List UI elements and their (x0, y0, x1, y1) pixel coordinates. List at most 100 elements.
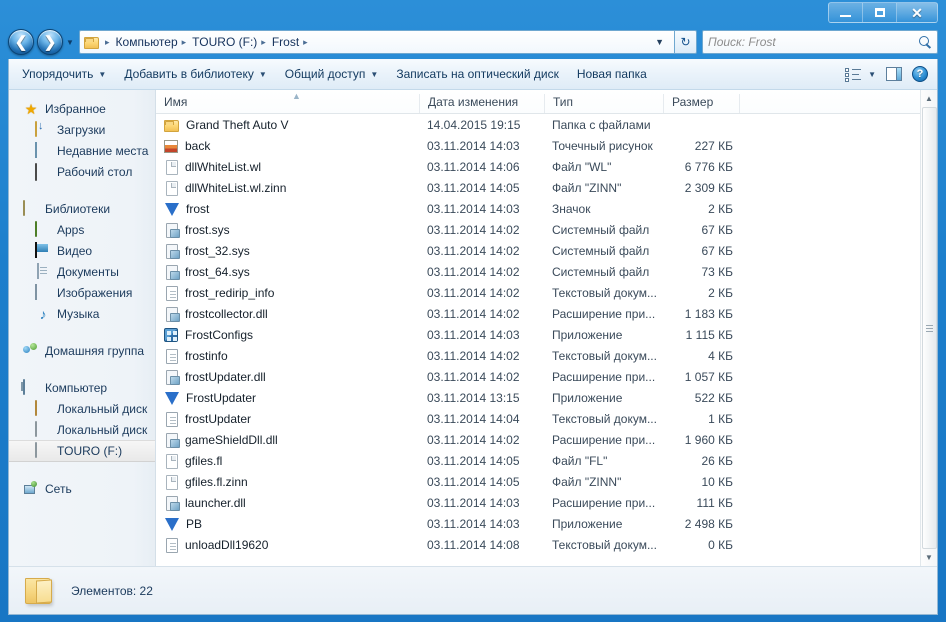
scroll-up-button[interactable]: ▲ (921, 90, 938, 107)
table-row[interactable]: gameShieldDll.dll 03.11.2014 14:02 Расши… (156, 429, 920, 450)
column-header-type[interactable]: Тип (544, 94, 663, 113)
file-size: 0 КБ (708, 537, 733, 552)
column-header-size[interactable]: Размер (663, 94, 739, 113)
breadcrumb: ▸ Компьютер ▸ TOURO (F:) ▸ Frost ▸ (103, 35, 649, 49)
history-dropdown-button[interactable]: ▼ (63, 38, 77, 47)
table-row[interactable]: gfiles.fl 03.11.2014 14:05 Файл "FL" 26 … (156, 450, 920, 471)
file-date: 03.11.2014 14:03 (427, 495, 520, 510)
nav-separator (9, 326, 155, 340)
table-row[interactable]: PB 03.11.2014 14:03 Приложение 2 498 КБ (156, 513, 920, 534)
file-name: frostUpdater (185, 411, 252, 426)
sidebar-item-apps[interactable]: Apps (9, 219, 155, 240)
table-row[interactable]: frostinfo 03.11.2014 14:02 Текстовый док… (156, 345, 920, 366)
burn-to-disc-button[interactable]: Записать на оптический диск (387, 62, 568, 86)
table-row[interactable]: frost_64.sys 03.11.2014 14:02 Системный … (156, 261, 920, 282)
sidebar-item-favorites[interactable]: ★ Избранное (9, 98, 155, 119)
table-row[interactable]: frost_redirip_info 03.11.2014 14:02 Текс… (156, 282, 920, 303)
file-size: 1 183 КБ (684, 306, 733, 321)
sidebar-item-label: Локальный диск (57, 422, 148, 437)
back-button[interactable]: ❮ (8, 29, 34, 55)
table-row[interactable]: FrostUpdater 03.11.2014 13:15 Приложение… (156, 387, 920, 408)
breadcrumb-item-2[interactable]: Frost (270, 35, 301, 49)
preview-pane-button[interactable] (881, 67, 907, 81)
file-date: 03.11.2014 14:02 (427, 369, 520, 384)
scrollbar-thumb[interactable] (921, 107, 937, 549)
table-row[interactable]: frost 03.11.2014 14:03 Значок 2 КБ (156, 198, 920, 219)
table-row[interactable]: launcher.dll 03.11.2014 14:03 Расширение… (156, 492, 920, 513)
column-header-date[interactable]: Дата изменения (419, 94, 544, 113)
file-type: Системный файл (552, 222, 650, 237)
local-disk-icon (35, 399, 37, 416)
computer-icon (23, 378, 25, 395)
sidebar-item-pictures[interactable]: Изображения (9, 282, 155, 303)
sidebar-item-label: Рабочий стол (57, 164, 133, 179)
sidebar-item-homegroup[interactable]: Домашняя группа (9, 340, 155, 361)
sidebar-item-music[interactable]: ♪ Музыка (9, 303, 155, 324)
column-header-name[interactable]: Имя (156, 94, 419, 113)
file-date: 03.11.2014 14:05 (427, 453, 520, 468)
share-button[interactable]: Общий доступ ▼ (276, 62, 388, 86)
scroll-down-button[interactable]: ▼ (921, 549, 938, 566)
breadcrumb-item-0[interactable]: Компьютер (114, 35, 180, 49)
file-size: 2 КБ (708, 201, 733, 216)
sidebar-item-downloads[interactable]: Загрузки (9, 119, 155, 140)
sidebar-item-computer[interactable]: Компьютер (9, 377, 155, 398)
sidebar-item-recent-places[interactable]: Недавние места (9, 140, 155, 161)
refresh-button[interactable]: ↻ (675, 30, 697, 54)
breadcrumb-bar[interactable]: ▸ Компьютер ▸ TOURO (F:) ▸ Frost ▸ ▼ (79, 30, 675, 54)
minimize-button[interactable] (829, 3, 863, 22)
table-row[interactable]: frost.sys 03.11.2014 14:02 Системный фай… (156, 219, 920, 240)
table-row[interactable]: frostUpdater 03.11.2014 14:04 Текстовый … (156, 408, 920, 429)
file-name: back (185, 138, 211, 153)
sidebar-item-local-disk-c[interactable]: Локальный диск (9, 398, 155, 419)
sidebar-item-video[interactable]: Видео (9, 240, 155, 261)
close-button[interactable]: ✕ (897, 3, 937, 22)
vertical-scrollbar[interactable]: ▲ ▼ (920, 90, 937, 566)
table-row[interactable]: frostcollector.dll 03.11.2014 14:02 Расш… (156, 303, 920, 324)
file-date: 03.11.2014 14:03 (427, 327, 520, 342)
search-input[interactable] (708, 35, 919, 49)
column-header-blank[interactable] (739, 94, 920, 113)
view-dropdown-button[interactable]: ▼ (866, 70, 881, 79)
sidebar-item-local-disk-d[interactable]: Локальный диск (9, 419, 155, 440)
file-type: Расширение при... (552, 369, 656, 384)
nav-group-computer: Компьютер Локальный диск Локальный диск … (9, 377, 155, 462)
search-box[interactable] (702, 30, 938, 54)
breadcrumb-item-1[interactable]: TOURO (F:) (190, 35, 259, 49)
file-size: 4 КБ (708, 348, 733, 363)
add-to-library-label: Добавить в библиотеку (124, 67, 254, 81)
search-icon (919, 35, 932, 49)
window-controls: ✕ (828, 2, 938, 23)
table-row[interactable]: frost_32.sys 03.11.2014 14:02 Системный … (156, 240, 920, 261)
table-row[interactable]: dllWhiteList.wl.zinn 03.11.2014 14:05 Фа… (156, 177, 920, 198)
change-view-button[interactable] (840, 67, 866, 82)
system-file-icon (166, 243, 180, 259)
table-row[interactable]: Grand Theft Auto V 14.04.2015 19:15 Папк… (156, 114, 920, 135)
sidebar-item-libraries[interactable]: Библиотеки (9, 198, 155, 219)
table-row[interactable]: back 03.11.2014 14:03 Точечный рисунок 2… (156, 135, 920, 156)
table-row[interactable]: frostUpdater.dll 03.11.2014 14:02 Расшир… (156, 366, 920, 387)
navigation-pane[interactable]: ★ Избранное Загрузки Недавние места Рабо… (9, 90, 156, 566)
new-folder-button[interactable]: Новая папка (568, 62, 656, 86)
file-date: 03.11.2014 14:05 (427, 474, 520, 489)
table-row[interactable]: gfiles.fl.zinn 03.11.2014 14:05 Файл "ZI… (156, 471, 920, 492)
table-row[interactable]: FrostConfigs 03.11.2014 14:03 Приложение… (156, 324, 920, 345)
organize-button[interactable]: Упорядочить ▼ (13, 62, 115, 86)
breadcrumb-separator: ▸ (181, 36, 187, 47)
organize-label: Упорядочить (22, 67, 94, 81)
add-to-library-button[interactable]: Добавить в библиотеку ▼ (115, 62, 275, 86)
file-date: 03.11.2014 14:03 (427, 138, 520, 153)
apps-library-icon (35, 220, 37, 237)
table-row[interactable]: unloadDll19620 03.11.2014 14:08 Текстовы… (156, 534, 920, 555)
sidebar-item-desktop[interactable]: Рабочий стол (9, 161, 155, 182)
help-button[interactable]: ? (907, 66, 933, 82)
file-date: 03.11.2014 14:02 (427, 222, 520, 237)
sidebar-item-network[interactable]: Сеть (9, 478, 155, 499)
address-dropdown-icon[interactable]: ▼ (649, 37, 670, 47)
sidebar-item-documents[interactable]: Документы (9, 261, 155, 282)
forward-button[interactable]: ❯ (37, 29, 63, 55)
sidebar-item-touro-f[interactable]: TOURO (F:) (9, 440, 155, 462)
maximize-button[interactable] (863, 3, 897, 22)
file-rows[interactable]: Grand Theft Auto V 14.04.2015 19:15 Папк… (156, 114, 920, 566)
table-row[interactable]: dllWhiteList.wl 03.11.2014 14:06 Файл "W… (156, 156, 920, 177)
